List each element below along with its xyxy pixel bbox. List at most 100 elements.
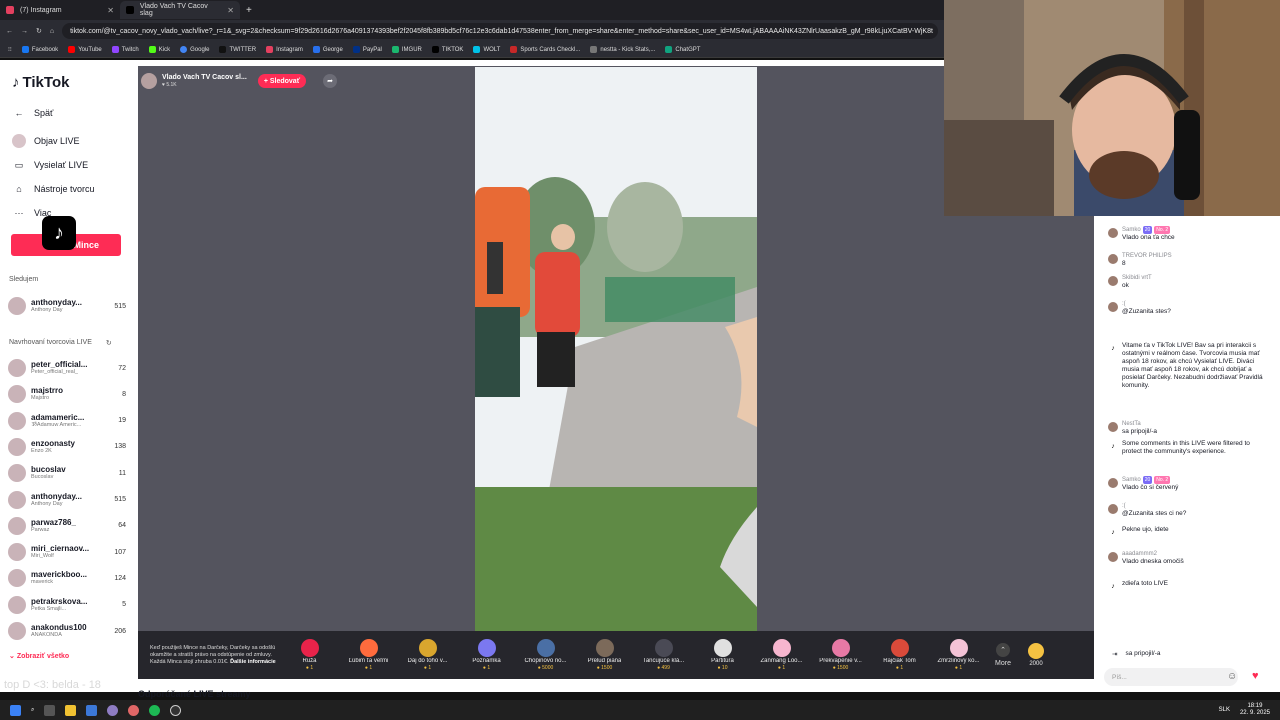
browser-tab-tiktok[interactable]: Vlado Vach TV Cacov slag ✕ — [120, 1, 240, 19]
gift-item[interactable]: Poznámka ● 1 — [457, 639, 516, 671]
bookmark-facebook[interactable]: Facebook — [21, 45, 58, 53]
gift-item[interactable]: Zmrzlinový ko... ● 1 — [929, 639, 988, 671]
chrome-icon[interactable] — [128, 704, 140, 716]
gift-item[interactable]: Partitúra ● 10 — [693, 639, 752, 671]
avatar — [1108, 254, 1118, 264]
coin-icon: ● — [364, 665, 368, 671]
chat-username[interactable]: aaadammm2 — [1122, 550, 1184, 558]
suggested-creator[interactable]: peter_official... Peter_official_real_ 72 — [8, 356, 126, 380]
spotify-icon[interactable] — [149, 704, 161, 716]
bookmark-instagram[interactable]: Instagram — [266, 45, 303, 53]
more-gifts-button[interactable]: ⌃ More — [988, 643, 1018, 667]
more-info-link[interactable]: Ďalšie informácie — [230, 659, 276, 665]
gift-item[interactable]: Prekvapenie v... ● 1500 — [811, 639, 870, 671]
obs-icon[interactable] — [170, 704, 182, 716]
back-link[interactable]: ← Späť — [12, 106, 54, 120]
host-name[interactable]: Vlado Vach TV Cacov sl... — [162, 74, 247, 82]
host-avatar[interactable] — [141, 73, 157, 89]
following-title: Sledujem — [9, 276, 39, 283]
nav-creator-tools[interactable]: ⌂ Nástroje tvorcu — [12, 182, 94, 196]
chat-username[interactable]: TREVOR PHILIPS — [1122, 252, 1172, 260]
bookmark-twitter[interactable]: TWITTER — [219, 45, 256, 53]
gift-item[interactable]: Zanmang Loo... ● 1 — [752, 639, 811, 671]
follow-button[interactable]: + Sledovať — [257, 74, 307, 88]
refresh-icon[interactable]: ↻ — [106, 339, 112, 347]
suggested-creator[interactable]: adamameric... ૐAdamuw Americ... 19 — [8, 409, 126, 433]
bookmark-george[interactable]: George — [312, 45, 343, 53]
chat-message: Samko 20 No. 2 Vlado čo si červený — [1108, 476, 1270, 492]
heart-icon: ♥ — [162, 82, 165, 88]
gift-item[interactable]: Chopinovo no... ● 5000 — [516, 639, 575, 671]
suggested-creator[interactable]: anakondus100 ANAKONDA 206 — [8, 619, 126, 643]
new-tab-icon[interactable]: + — [246, 5, 252, 16]
chat-username[interactable]: NestTa — [1122, 420, 1157, 428]
bookmark-twitch[interactable]: Twitch — [111, 45, 139, 53]
task-view-icon[interactable] — [44, 704, 56, 716]
close-icon[interactable]: ✕ — [227, 6, 234, 15]
gift-icon — [536, 639, 555, 657]
chat-message: :(@Zuzanita stes? — [1108, 300, 1270, 316]
gift-item[interactable]: Ľúbim ťa veľmi ● 1 — [339, 639, 398, 671]
bookmark-kick[interactable]: Kick — [148, 45, 170, 53]
gift-icon — [359, 639, 378, 657]
suggested-creator[interactable]: anthonyday... Anthony Day 515 — [8, 488, 126, 512]
gift-item[interactable]: Daj do toho v... ● 1 — [398, 639, 457, 671]
chat-username[interactable]: Samko 20 No. 2 — [1122, 476, 1178, 484]
live-video[interactable] — [475, 67, 757, 631]
following-item[interactable]: anthonyday... Anthony Day 515 — [8, 294, 126, 318]
suggested-creator[interactable]: maverickboo... maverick 124 — [8, 566, 126, 590]
tiktok-logo[interactable]: ♪ TikTok — [12, 74, 69, 91]
avatar — [1108, 276, 1118, 286]
bookmark-chatgpt[interactable]: ChatGPT — [665, 45, 700, 53]
chevron-up-icon: ⌃ — [996, 643, 1010, 657]
bookmark-wolt[interactable]: WOLT — [473, 45, 500, 53]
gift-item[interactable]: Prelud piana ● 1500 — [575, 639, 634, 671]
bookmark-tiktok[interactable]: TIKTOK — [431, 45, 463, 53]
chat-username[interactable]: Skibidi vrtT — [1122, 274, 1152, 282]
reload-icon[interactable]: ↻ — [36, 27, 42, 35]
gift-icon — [772, 639, 791, 657]
search-icon[interactable]: ⌕ — [31, 707, 34, 714]
address-input[interactable]: tiktok.com/@tv_cacov_novy_vlado_vach/liv… — [62, 23, 938, 39]
chat-username[interactable]: Samko 20 No. 2 — [1122, 226, 1175, 234]
back-arrow-icon[interactable]: ← — [6, 28, 13, 35]
heart-icon[interactable]: ♥ — [1252, 670, 1259, 682]
browser-tab-instagram[interactable]: (7) Instagram ✕ — [0, 1, 120, 19]
share-icon[interactable]: ➦ — [323, 74, 338, 88]
forward-arrow-icon[interactable]: → — [21, 28, 28, 35]
bookmark-google[interactable]: Google — [180, 45, 209, 53]
bookmark-youtube[interactable]: YouTube — [68, 45, 102, 53]
bookmark-nestta[interactable]: nestta - Kick Stats,... — [590, 45, 655, 53]
nav-go-live[interactable]: ▭ Vysielať LIVE — [12, 158, 88, 172]
chat-input[interactable]: Píš... — [1104, 668, 1238, 686]
gift-item[interactable]: Ruža ● 1 — [280, 639, 339, 671]
coin-icon — [1028, 643, 1044, 659]
suggested-creator[interactable]: enzoonasty Enzo 2K 138 — [8, 435, 126, 459]
close-icon[interactable]: ✕ — [107, 6, 114, 15]
suggested-creator[interactable]: miri_ciernaov... Miri_Wolf 107 — [8, 540, 126, 564]
suggested-creator[interactable]: petrakrskova... Petka Smajli... 5 — [8, 593, 126, 617]
file-explorer-icon[interactable] — [65, 704, 77, 716]
show-all-link[interactable]: ⌄ Zobraziť všetko — [9, 652, 69, 660]
store-icon[interactable] — [86, 704, 98, 716]
chat-username[interactable]: :( — [1122, 300, 1171, 308]
taskbar-clock[interactable]: 18:19 22. 9. 2025 — [1240, 703, 1270, 717]
emoji-icon[interactable]: ☺ — [1227, 671, 1237, 682]
bookmark-imgur[interactable]: IMGUR — [391, 45, 422, 53]
suggested-creator[interactable]: parwaz786_ Parwaz 64 — [8, 514, 126, 538]
bookmark-paypal[interactable]: PayPal — [352, 45, 382, 53]
apps-grid-icon[interactable]: ⁝⁝ — [8, 46, 12, 53]
gift-item[interactable]: Tancujúce klá... ● 499 — [634, 639, 693, 671]
chat-message: ♪ Pekne ujo, idete — [1108, 526, 1270, 538]
gift-item[interactable]: Rajčiak Tom ● 1 — [870, 639, 929, 671]
suggested-creator[interactable]: majstrro Majstro 8 — [8, 382, 126, 406]
browser-icon[interactable] — [107, 704, 119, 716]
bookmark-sports-cards[interactable]: Sports Cards Checkl... — [510, 45, 580, 53]
home-icon[interactable]: ⌂ — [50, 28, 54, 35]
taskbar-lang[interactable]: SLK — [1219, 707, 1230, 713]
suggested-creator[interactable]: bucoslav Bucoslav 11 — [8, 461, 126, 485]
windows-start-icon[interactable] — [10, 704, 21, 716]
coin-balance[interactable]: 2000 — [1028, 643, 1044, 667]
nav-discover-live[interactable]: Objav LIVE — [12, 134, 80, 148]
chat-username[interactable]: :( — [1122, 502, 1186, 510]
